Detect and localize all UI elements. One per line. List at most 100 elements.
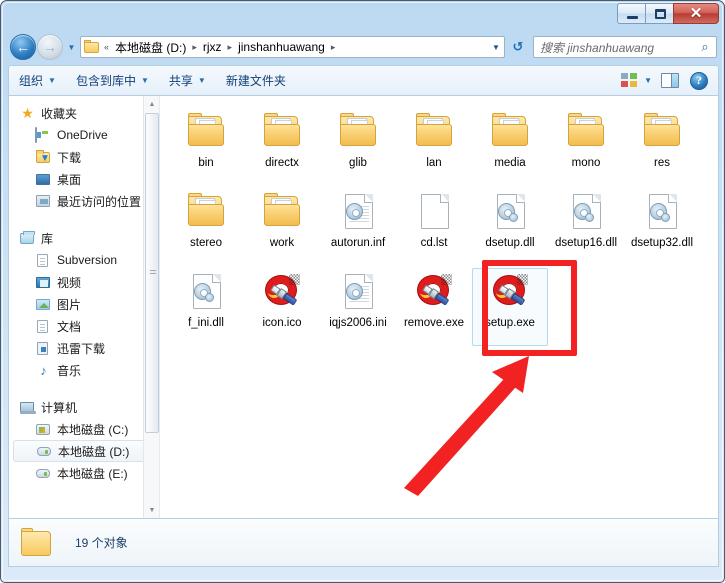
preview-pane-icon[interactable]	[661, 73, 679, 88]
command-bar: 组织 ▼ 包含到库中 ▼ 共享 ▼ 新建文件夹 ▼ ?	[8, 65, 719, 95]
minimize-button[interactable]	[617, 3, 646, 24]
sidebar-label: 下载	[57, 150, 82, 165]
sidebar-item-drive-d[interactable]: 本地磁盘 (D:)	[13, 440, 153, 462]
file-item[interactable]: media	[472, 108, 548, 186]
sidebar-item-onedrive[interactable]: OneDrive	[9, 124, 159, 146]
file-grid: bin directx glib lan media mono res ster…	[160, 96, 718, 348]
file-item[interactable]: remove.exe	[396, 268, 472, 346]
new-folder-button[interactable]: 新建文件夹	[216, 69, 296, 93]
recent-places-icon	[35, 194, 52, 209]
scroll-up-icon[interactable]: ▲	[144, 96, 159, 112]
sidebar-item-drive-c[interactable]: 本地磁盘 (C:)	[9, 418, 159, 440]
file-name: cd.lst	[420, 237, 448, 249]
sidebar-item-documents[interactable]: 文档	[9, 315, 159, 337]
file-item[interactable]: bin	[168, 108, 244, 186]
sidebar-label: 文档	[57, 319, 82, 334]
folder-icon	[488, 110, 532, 154]
sidebar-label: 迅雷下载	[57, 341, 106, 356]
computer-icon	[19, 400, 36, 415]
change-view-caret[interactable]: ▼	[641, 76, 661, 85]
forward-button[interactable]: →	[37, 34, 63, 60]
file-item[interactable]: glib	[320, 108, 396, 186]
sidebar-item-downloads[interactable]: ▼ 下载	[9, 146, 159, 168]
breadcrumb-item-current[interactable]: jinshanhuawang	[236, 40, 327, 54]
address-dropdown-button[interactable]: ▼	[488, 37, 504, 57]
folder-icon	[412, 110, 456, 154]
share-menu[interactable]: 共享 ▼	[159, 69, 216, 93]
back-button[interactable]: ←	[10, 34, 36, 60]
refresh-button[interactable]: ↺	[507, 36, 529, 58]
organize-label: 组织	[19, 74, 44, 88]
sidebar-item-thunder-download[interactable]: 迅雷下载	[9, 337, 159, 359]
file-item[interactable]: autorun.inf	[320, 188, 396, 266]
breadcrumb-item-drive[interactable]: 本地磁盘 (D:)	[113, 39, 188, 56]
file-item[interactable]: stereo	[168, 188, 244, 266]
file-item[interactable]: res	[624, 108, 700, 186]
sidebar-label: OneDrive	[57, 128, 108, 142]
onedrive-icon	[35, 126, 52, 143]
sidebar-label: 音乐	[57, 363, 82, 378]
file-item[interactable]: work	[244, 188, 320, 266]
sidebar-item-subversion[interactable]: Subversion	[9, 249, 159, 271]
close-button[interactable]: ✕	[673, 3, 719, 24]
desktop-icon	[35, 172, 52, 187]
sidebar-item-favorites[interactable]: ★ 收藏夹	[9, 102, 159, 124]
config-file-icon	[336, 190, 380, 234]
history-dropdown-button[interactable]: ▼	[65, 34, 78, 60]
sidebar-label: 本地磁盘 (C:)	[57, 422, 129, 437]
window-controls: ✕	[617, 3, 719, 24]
drive-icon	[36, 444, 53, 459]
file-item[interactable]: iqjs2006.ini	[320, 268, 396, 346]
breadcrumb-overflow-icon[interactable]: «	[100, 42, 113, 52]
refresh-icon: ↺	[512, 39, 524, 54]
include-in-library-menu[interactable]: 包含到库中 ▼	[66, 69, 159, 93]
folder-icon	[84, 40, 100, 54]
help-icon[interactable]: ?	[690, 71, 708, 90]
sidebar-item-libraries[interactable]: 库	[9, 227, 159, 249]
sidebar-label: 桌面	[57, 172, 82, 187]
file-item[interactable]: directx	[244, 108, 320, 186]
organize-menu[interactable]: 组织 ▼	[9, 69, 66, 93]
maximize-button[interactable]	[645, 3, 674, 24]
file-item[interactable]: dsetup.dll	[472, 188, 548, 266]
document-icon	[35, 319, 52, 334]
file-item[interactable]: mono	[548, 108, 624, 186]
sidebar-scrollbar[interactable]: ▲ ▼	[143, 96, 159, 518]
breadcrumb-item-rjxz[interactable]: rjxz	[201, 40, 224, 54]
chevron-right-icon: ▸	[227, 41, 233, 52]
drive-icon	[35, 466, 52, 481]
file-item[interactable]: cd.lst	[396, 188, 472, 266]
file-item[interactable]: f_ini.dll	[168, 268, 244, 346]
search-box[interactable]: 搜索 jinshanhuawang ⌕	[533, 36, 717, 58]
library-icon	[19, 230, 36, 246]
file-item[interactable]: lan	[396, 108, 472, 186]
file-item-setup-exe[interactable]: setup.exe	[472, 268, 548, 346]
sidebar-item-pictures[interactable]: 图片	[9, 293, 159, 315]
dll-file-icon	[564, 190, 608, 234]
file-name: work	[269, 237, 295, 249]
sidebar-scrollbar-thumb[interactable]	[145, 113, 159, 433]
scroll-down-icon[interactable]: ▼	[144, 502, 159, 518]
file-item[interactable]: icon.ico	[244, 268, 320, 346]
sidebar-item-recent-places[interactable]: 最近访问的位置	[9, 190, 159, 212]
search-input[interactable]: 搜索 jinshanhuawang	[534, 39, 694, 56]
sidebar-item-computer[interactable]: 计算机	[9, 396, 159, 418]
address-bar[interactable]: « 本地磁盘 (D:) ▸ rjxz ▸ jinshanhuawang ▸ ▼	[80, 36, 505, 58]
downloads-icon: ▼	[35, 149, 52, 165]
thunder-download-icon	[35, 341, 52, 356]
sidebar-item-desktop[interactable]: 桌面	[9, 168, 159, 190]
file-item[interactable]: dsetup32.dll	[624, 188, 700, 266]
file-item[interactable]: dsetup16.dll	[548, 188, 624, 266]
chevron-right-icon[interactable]: ▸	[327, 42, 340, 53]
folder-icon	[184, 190, 228, 234]
sidebar-label: 图片	[57, 297, 82, 312]
sidebar-item-music[interactable]: ♪ 音乐	[9, 359, 159, 381]
file-list-pane[interactable]: bin directx glib lan media mono res ster…	[160, 96, 718, 518]
sidebar-item-drive-e[interactable]: 本地磁盘 (E:)	[9, 462, 159, 484]
change-view-icon[interactable]	[621, 72, 639, 89]
sidebar-item-videos[interactable]: 视频	[9, 271, 159, 293]
dll-file-icon	[488, 190, 532, 234]
folder-icon	[184, 110, 228, 154]
file-name: res	[654, 157, 670, 169]
